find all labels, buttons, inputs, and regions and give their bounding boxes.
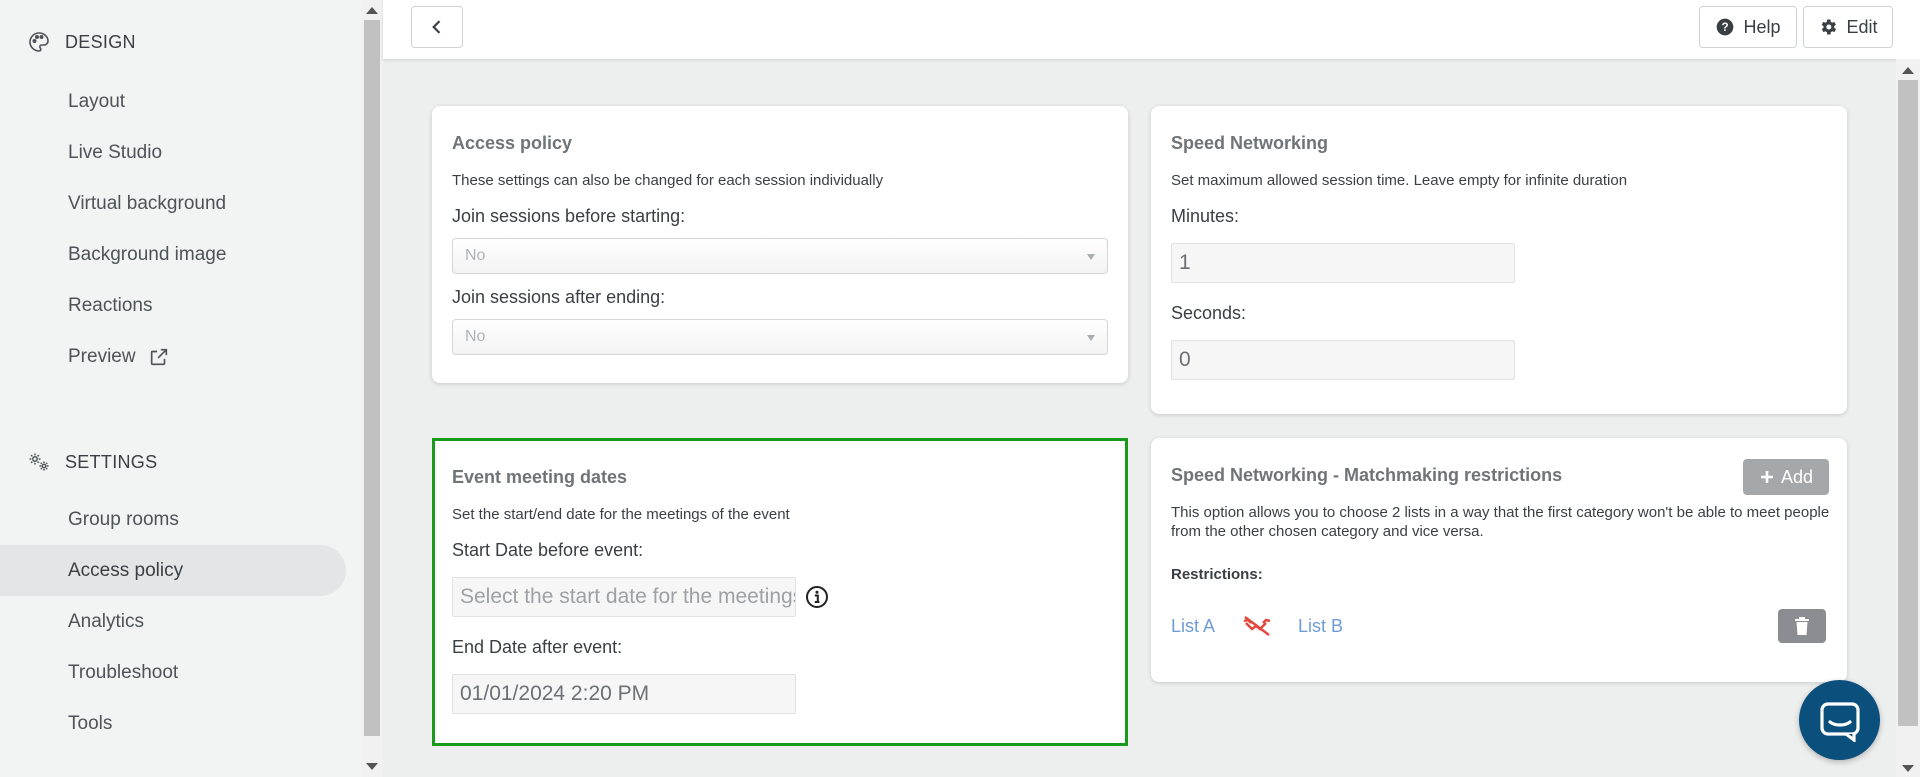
seconds-input[interactable]: 0	[1171, 340, 1515, 380]
minutes-input[interactable]: 1	[1171, 243, 1515, 283]
edit-label: Edit	[1846, 16, 1878, 37]
sidebar-scrollbar-thumb[interactable]	[364, 20, 380, 736]
svg-text:?: ?	[1722, 21, 1729, 34]
join-before-select[interactable]: No	[452, 238, 1108, 274]
help-button[interactable]: ? Help	[1699, 6, 1797, 48]
back-button[interactable]	[411, 6, 463, 48]
join-after-label: Join sessions after ending:	[452, 287, 666, 307]
preview-label: Preview	[68, 345, 136, 367]
event-meeting-dates-title: Event meeting dates	[452, 467, 628, 487]
main-scroll-down-arrow-icon[interactable]	[1902, 765, 1914, 772]
main-scrollbar-thumb[interactable]	[1898, 80, 1918, 726]
external-link-icon	[150, 348, 167, 365]
plus-icon	[1760, 471, 1773, 483]
start-date-input[interactable]: Select the start date for the meetings	[452, 577, 796, 617]
chat-icon	[1819, 702, 1860, 742]
sidebar-item-access-policy[interactable]: Access policy	[0, 545, 346, 596]
join-after-select[interactable]: No	[452, 319, 1108, 355]
caret-down-icon	[1087, 335, 1095, 341]
settings-heading: SETTINGS	[65, 451, 158, 472]
end-date-label: End Date after event:	[452, 637, 623, 657]
question-circle-icon: ?	[1717, 18, 1734, 36]
start-date-label: Start Date before event:	[452, 540, 644, 560]
chevron-left-icon	[432, 20, 441, 34]
caret-down-icon	[1087, 254, 1095, 260]
main-scroll-up-arrow-icon[interactable]	[1902, 67, 1914, 74]
chat-launcher-button[interactable]	[1799, 680, 1880, 760]
sidebar-item-analytics[interactable]: Analytics	[0, 596, 346, 647]
top-bar: ? Help Edit	[383, 0, 1920, 59]
palette-icon	[29, 32, 49, 52]
speed-networking-card: Speed Networking Set maximum allowed ses…	[1151, 106, 1847, 414]
sidebar-item-virtual-background[interactable]: Virtual background	[0, 178, 346, 229]
sidebar-item-live-studio[interactable]: Live Studio	[0, 127, 346, 178]
minutes-label: Minutes:	[1171, 206, 1240, 226]
access-policy-title: Access policy	[452, 133, 573, 153]
matchmaking-description: This option allows you to choose 2 lists…	[1171, 504, 1830, 540]
seconds-label: Seconds:	[1171, 303, 1247, 323]
event-meeting-dates-description: Set the start/end date for the meetings …	[452, 506, 790, 523]
sidebar-item-preview[interactable]: Preview	[0, 331, 346, 382]
join-before-value: No	[465, 247, 486, 264]
add-restriction-button[interactable]: Add	[1743, 459, 1829, 495]
end-date-input[interactable]: 01/01/2024 2:20 PM	[452, 674, 796, 714]
trash-icon	[1795, 617, 1809, 635]
add-label: Add	[1780, 466, 1814, 487]
access-policy-description: These settings can also be changed for e…	[452, 172, 884, 189]
join-after-value: No	[465, 328, 486, 345]
design-section-header: DESIGN	[27, 30, 136, 54]
sidebar-item-troubleshoot[interactable]: Troubleshoot	[0, 647, 346, 698]
info-circle-icon[interactable]	[805, 585, 829, 609]
access-policy-card: Access policy These settings can also be…	[432, 106, 1128, 383]
event-meeting-dates-card: Event meeting dates Set the start/end da…	[432, 438, 1128, 746]
sidebar-item-tools[interactable]: Tools	[0, 698, 346, 749]
sidebar: DESIGN Layout Live Studio Virtual backgr…	[0, 0, 361, 777]
speed-networking-description: Set maximum allowed session time. Leave …	[1171, 172, 1628, 189]
matchmaking-title: Speed Networking - Matchmaking restricti…	[1171, 465, 1563, 485]
sidebar-item-background-image[interactable]: Background image	[0, 229, 346, 280]
sidebar-item-layout[interactable]: Layout	[0, 76, 346, 127]
matchmaking-card: Speed Networking - Matchmaking restricti…	[1151, 438, 1847, 682]
no-meeting-icon	[1243, 616, 1271, 636]
settings-section-header: SETTINGS	[27, 450, 157, 474]
sidebar-item-reactions[interactable]: Reactions	[0, 280, 346, 331]
design-heading: DESIGN	[65, 31, 136, 52]
speed-networking-title: Speed Networking	[1171, 133, 1329, 153]
delete-restriction-button[interactable]	[1778, 609, 1826, 643]
settings-gears-icon	[29, 453, 49, 471]
join-before-label: Join sessions before starting:	[452, 206, 686, 226]
sidebar-item-group-rooms[interactable]: Group rooms	[0, 494, 346, 545]
help-label: Help	[1743, 16, 1781, 37]
edit-button[interactable]: Edit	[1803, 6, 1893, 48]
gear-icon	[1822, 19, 1837, 35]
scroll-down-arrow-icon[interactable]	[366, 763, 378, 770]
scroll-up-arrow-icon[interactable]	[366, 7, 378, 14]
list-b-link[interactable]: List B	[1298, 616, 1343, 637]
restrictions-label: Restrictions:	[1171, 566, 1263, 583]
list-a-link[interactable]: List A	[1171, 616, 1215, 637]
